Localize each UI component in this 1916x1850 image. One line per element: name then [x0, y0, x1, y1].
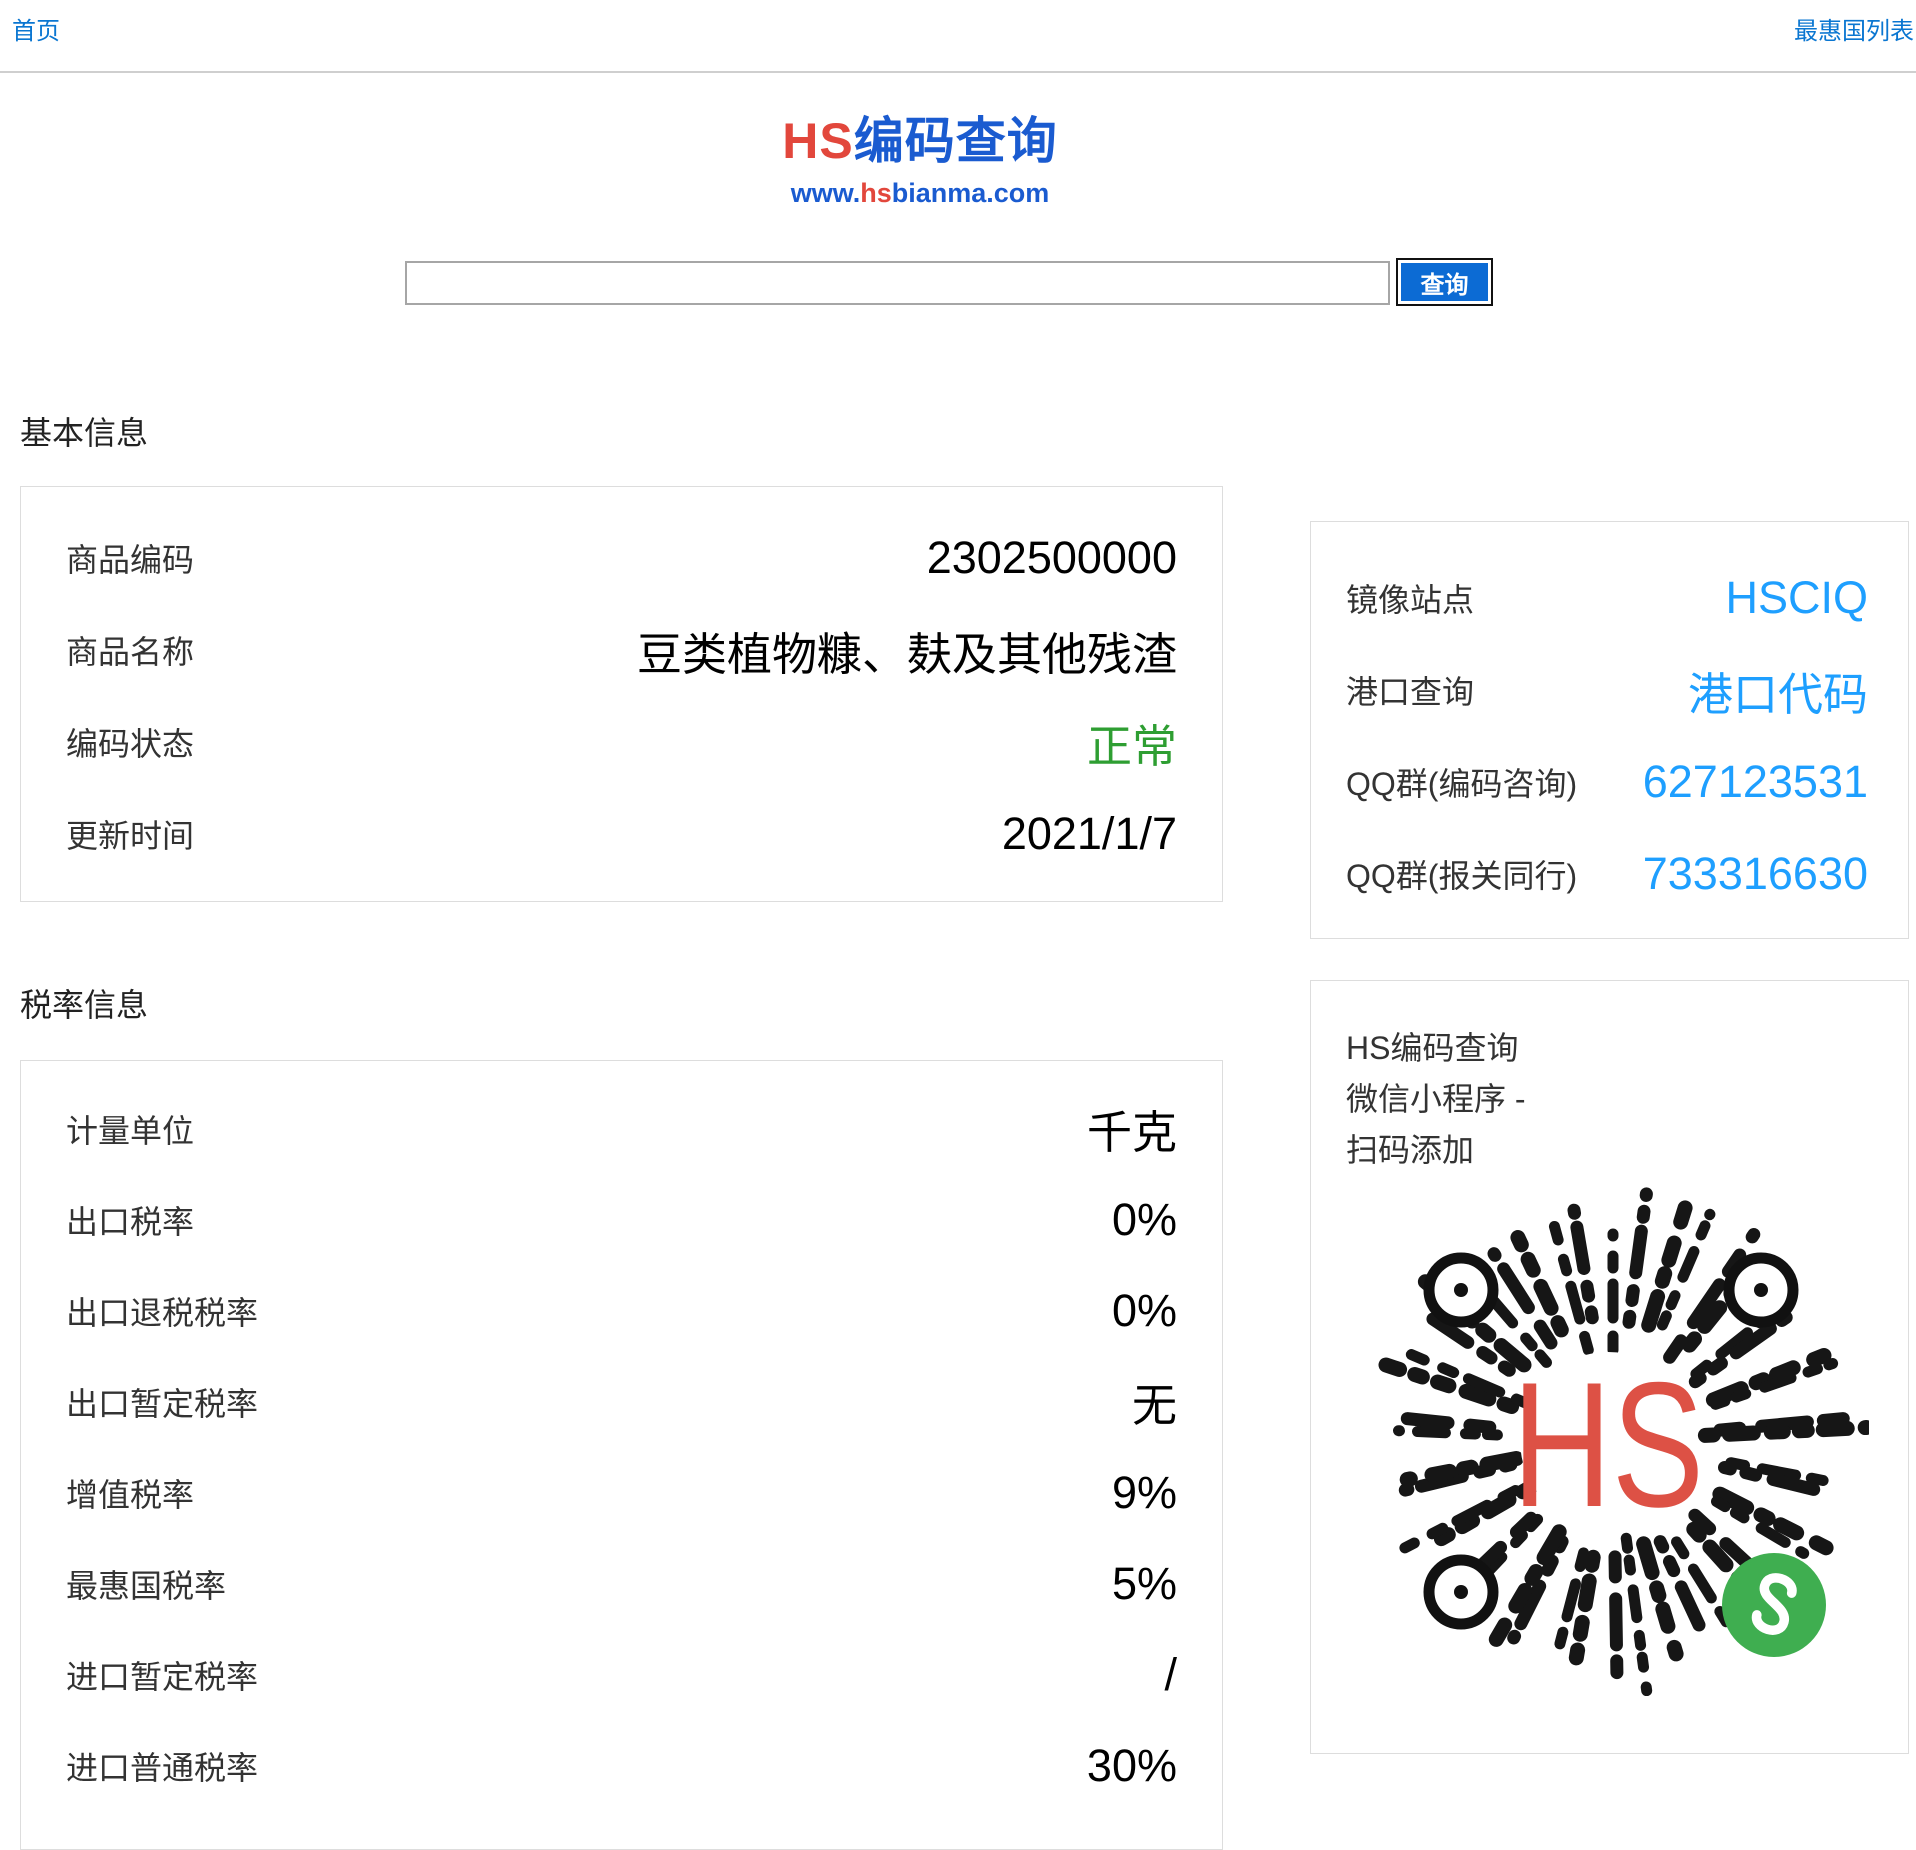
logo-rest: 编码查询 — [854, 113, 1058, 169]
row-label: 编码状态 — [66, 719, 194, 765]
row-label: QQ群(编码咨询) — [1346, 759, 1577, 805]
import-provisional-value: / — [1164, 1649, 1177, 1701]
tax-section-title: 税率信息 — [20, 980, 148, 1026]
nav-mfn-list-link[interactable]: 最惠国列表 — [1794, 11, 1914, 46]
table-row: 商品编码 2302500000 — [66, 512, 1177, 604]
table-row: 增值税率 9% — [66, 1447, 1177, 1538]
table-row: QQ群(报关同行) 733316630 — [1346, 828, 1868, 920]
search-input[interactable] — [405, 261, 1390, 305]
export-tax-value: 0% — [1112, 1194, 1177, 1246]
table-row: 进口普通税率 30% — [66, 1720, 1177, 1811]
row-label: 出口暂定税率 — [66, 1379, 258, 1425]
code-status-value: 正常 — [1087, 710, 1177, 775]
table-row: 计量单位 千克 — [66, 1083, 1177, 1174]
row-label: 增值税率 — [66, 1470, 194, 1516]
table-row: 编码状态 正常 — [66, 696, 1177, 788]
site-url: www.hsbianma.com — [0, 178, 1840, 209]
basic-section-title: 基本信息 — [20, 408, 148, 454]
miniprogram-panel: HS编码查询 微信小程序 - 扫码添加 HS — [1310, 980, 1909, 1754]
site-header: HS编码查询 www.hsbianma.com — [0, 110, 1840, 209]
caption-line: 微信小程序 - — [1346, 1074, 1908, 1125]
side-links-panel: 镜像站点 HSCIQ 港口查询 港口代码 QQ群(编码咨询) 627123531… — [1310, 521, 1909, 939]
table-row: 港口查询 港口代码 — [1346, 644, 1868, 736]
table-row: 出口税率 0% — [66, 1174, 1177, 1265]
row-label: 港口查询 — [1346, 667, 1474, 713]
miniprogram-caption: HS编码查询 微信小程序 - 扫码添加 — [1346, 1023, 1908, 1176]
top-nav: 首页 最惠国列表 — [0, 0, 1916, 73]
qr-eye-icon — [1429, 1560, 1493, 1624]
export-provisional-value: 无 — [1132, 1369, 1177, 1434]
nav-home-link[interactable]: 首页 — [12, 11, 60, 46]
qq-group-customs-link[interactable]: 733316630 — [1643, 848, 1868, 900]
qr-eye-icon — [1429, 1258, 1493, 1322]
hs-code-value: 2302500000 — [927, 532, 1177, 584]
qr-eye-icon — [1729, 1258, 1793, 1322]
import-general-value: 30% — [1087, 1740, 1177, 1792]
url-hs: hs — [860, 178, 892, 208]
table-row: 最惠国税率 5% — [66, 1538, 1177, 1629]
url-suffix: bianma.com — [892, 178, 1050, 208]
basic-info-panel: 商品编码 2302500000 商品名称 豆类植物糠、麸及其他残渣 编码状态 正… — [20, 486, 1223, 902]
row-label: 出口税率 — [66, 1197, 194, 1243]
mirror-site-link[interactable]: HSCIQ — [1725, 572, 1868, 624]
table-row: QQ群(编码咨询) 627123531 — [1346, 736, 1868, 828]
tax-info-panel: 计量单位 千克 出口税率 0% 出口退税税率 0% 出口暂定税率 无 增值税率 … — [20, 1060, 1223, 1850]
unit-value: 千克 — [1087, 1096, 1177, 1161]
vat-value: 9% — [1112, 1467, 1177, 1519]
table-row: 更新时间 2021/1/7 — [66, 788, 1177, 880]
row-label: 计量单位 — [66, 1106, 194, 1152]
row-label: 商品编码 — [66, 535, 194, 581]
row-label: 最惠国税率 — [66, 1561, 226, 1607]
caption-line: 扫码添加 — [1346, 1125, 1908, 1176]
export-rebate-value: 0% — [1112, 1285, 1177, 1337]
search-button[interactable]: 查询 — [1396, 258, 1493, 306]
qq-group-code-link[interactable]: 627123531 — [1643, 756, 1868, 808]
site-logo: HS编码查询 — [0, 110, 1840, 172]
table-row: 进口暂定税率 / — [66, 1629, 1177, 1720]
update-time-value: 2021/1/7 — [1002, 808, 1177, 860]
url-prefix: www. — [791, 178, 861, 208]
row-label: 商品名称 — [66, 627, 194, 673]
table-row: 镜像站点 HSCIQ — [1346, 552, 1868, 644]
port-code-link[interactable]: 港口代码 — [1688, 658, 1868, 723]
caption-line: HS编码查询 — [1346, 1023, 1908, 1074]
row-label: 出口退税税率 — [66, 1288, 258, 1334]
commodity-name-value: 豆类植物糠、麸及其他残渣 — [637, 618, 1177, 683]
qr-center-text: HS — [1512, 1345, 1704, 1544]
wechat-miniprogram-qr-code-icon: HS — [1357, 1184, 1869, 1696]
table-row: 出口退税税率 0% — [66, 1265, 1177, 1356]
row-label: 进口普通税率 — [66, 1743, 258, 1789]
row-label: 更新时间 — [66, 811, 194, 857]
page: { "nav": { "home_label": "首页", "mfn_labe… — [0, 0, 1916, 1764]
row-label: 进口暂定税率 — [66, 1652, 258, 1698]
table-row: 商品名称 豆类植物糠、麸及其他残渣 — [66, 604, 1177, 696]
mfn-tax-value: 5% — [1112, 1558, 1177, 1610]
row-label: QQ群(报关同行) — [1346, 851, 1577, 897]
table-row: 出口暂定税率 无 — [66, 1356, 1177, 1447]
wechat-miniprogram-logo-icon — [1722, 1553, 1826, 1657]
logo-hs: HS — [782, 113, 853, 169]
row-label: 镜像站点 — [1346, 575, 1474, 621]
